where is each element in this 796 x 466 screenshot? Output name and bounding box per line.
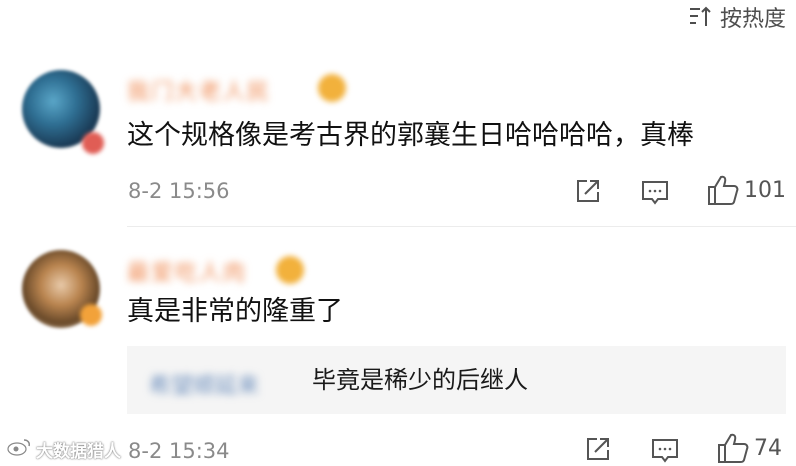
divider <box>127 226 796 227</box>
like-button[interactable]: 74 <box>716 431 782 465</box>
comment-text: 真是非常的隆重了 <box>127 296 343 327</box>
sort-toggle[interactable]: 按热度 <box>688 2 786 32</box>
reply-username[interactable]: 希望顺延来 <box>149 368 259 400</box>
member-badge-icon <box>318 74 346 102</box>
weibo-logo-icon <box>6 437 32 462</box>
like-count: 74 <box>754 435 782 461</box>
like-count: 101 <box>744 177 786 203</box>
comment-icon <box>640 178 670 208</box>
like-icon <box>706 173 740 207</box>
username[interactable]: 最爱吃人肉 <box>127 255 247 286</box>
like-icon <box>716 431 750 465</box>
share-icon <box>583 434 613 464</box>
watermark: 大数据猎人 <box>6 437 121 462</box>
reply-text: 毕竟是稀少的后继人 <box>312 366 528 394</box>
comment-button[interactable] <box>640 178 670 208</box>
member-badge-icon <box>276 256 304 284</box>
sort-label: 按热度 <box>719 7 786 32</box>
comment-icon <box>650 436 680 466</box>
watermark-text: 大数据猎人 <box>36 442 121 462</box>
sort-icon <box>688 5 714 29</box>
share-button[interactable] <box>583 434 613 464</box>
verified-badge-icon <box>82 132 104 154</box>
verified-badge-icon <box>80 304 102 326</box>
share-button[interactable] <box>573 176 603 206</box>
like-button[interactable]: 101 <box>706 173 786 207</box>
comment-time: 8-2 15:34 <box>128 439 230 463</box>
username[interactable]: 我门大老人民 <box>127 74 271 105</box>
reply-preview[interactable]: 希望顺延来 毕竟是稀少的后继人 <box>127 346 786 414</box>
share-icon <box>573 176 603 206</box>
comment-text: 这个规格像是考古界的郭襄生日哈哈哈哈，真棒 <box>127 120 694 151</box>
comment-time: 8-2 15:56 <box>128 179 230 203</box>
comment-button[interactable] <box>650 436 680 466</box>
